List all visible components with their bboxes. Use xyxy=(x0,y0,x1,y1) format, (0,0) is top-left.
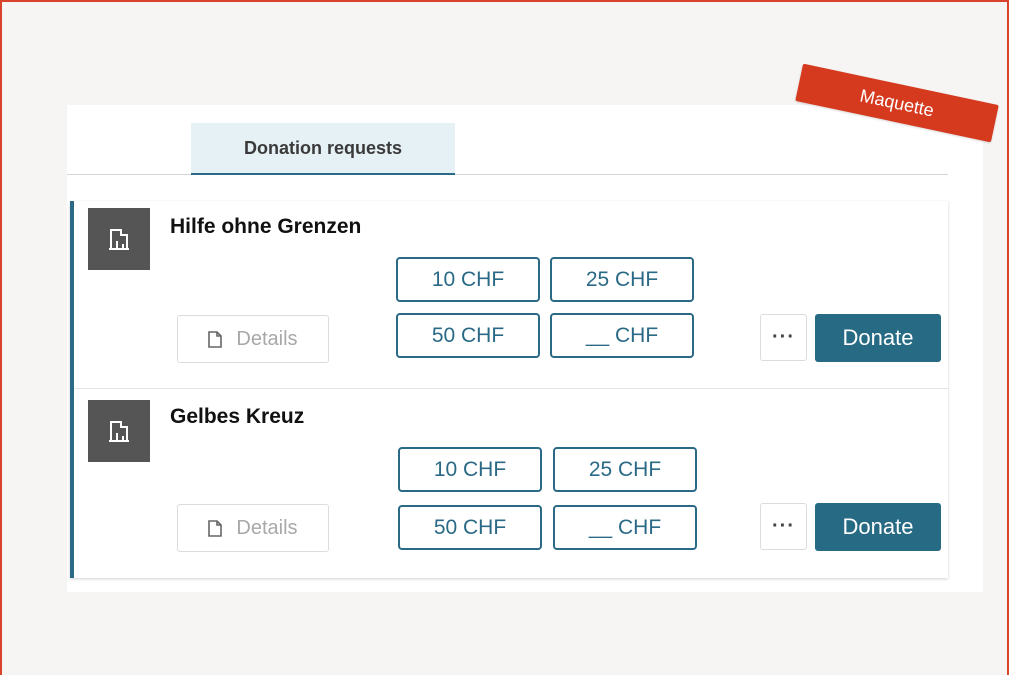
details-label: Details xyxy=(236,327,298,350)
amount-button-custom[interactable]: __ CHF xyxy=(550,313,694,358)
donation-request-list: Hilfe ohne Grenzen Details 10 CHF 25 CHF… xyxy=(70,201,948,578)
organization-name: Hilfe ohne Grenzen xyxy=(170,215,362,238)
amount-button-25[interactable]: 25 CHF xyxy=(550,257,694,302)
amount-button-25[interactable]: 25 CHF xyxy=(553,447,697,492)
building-icon xyxy=(88,208,150,270)
tab-donation-requests[interactable]: Donation requests xyxy=(191,123,455,175)
details-label: Details xyxy=(236,516,298,539)
amount-button-custom[interactable]: __ CHF xyxy=(553,505,697,550)
amount-button-10[interactable]: 10 CHF xyxy=(398,447,542,492)
details-button[interactable]: Details xyxy=(177,504,329,552)
list-item: Gelbes Kreuz Details 10 CHF 25 CHF 50 CH… xyxy=(74,389,948,578)
organization-name: Gelbes Kreuz xyxy=(170,405,305,428)
more-options-button[interactable]: ··· xyxy=(760,314,807,361)
app-frame: Donation requests Hilfe ohne Grenzen Det… xyxy=(0,0,1009,675)
main-panel: Donation requests Hilfe ohne Grenzen Det… xyxy=(67,105,983,592)
donate-button[interactable]: Donate xyxy=(815,503,941,551)
amount-button-10[interactable]: 10 CHF xyxy=(396,257,540,302)
building-icon xyxy=(88,400,150,462)
list-item: Hilfe ohne Grenzen Details 10 CHF 25 CHF… xyxy=(74,201,948,389)
amount-button-50[interactable]: 50 CHF xyxy=(396,313,540,358)
tab-bar: Donation requests xyxy=(67,123,948,175)
document-icon xyxy=(208,519,223,537)
document-icon xyxy=(208,330,223,348)
more-options-button[interactable]: ··· xyxy=(760,503,807,550)
details-button[interactable]: Details xyxy=(177,315,329,363)
donate-button[interactable]: Donate xyxy=(815,314,941,362)
amount-button-50[interactable]: 50 CHF xyxy=(398,505,542,550)
